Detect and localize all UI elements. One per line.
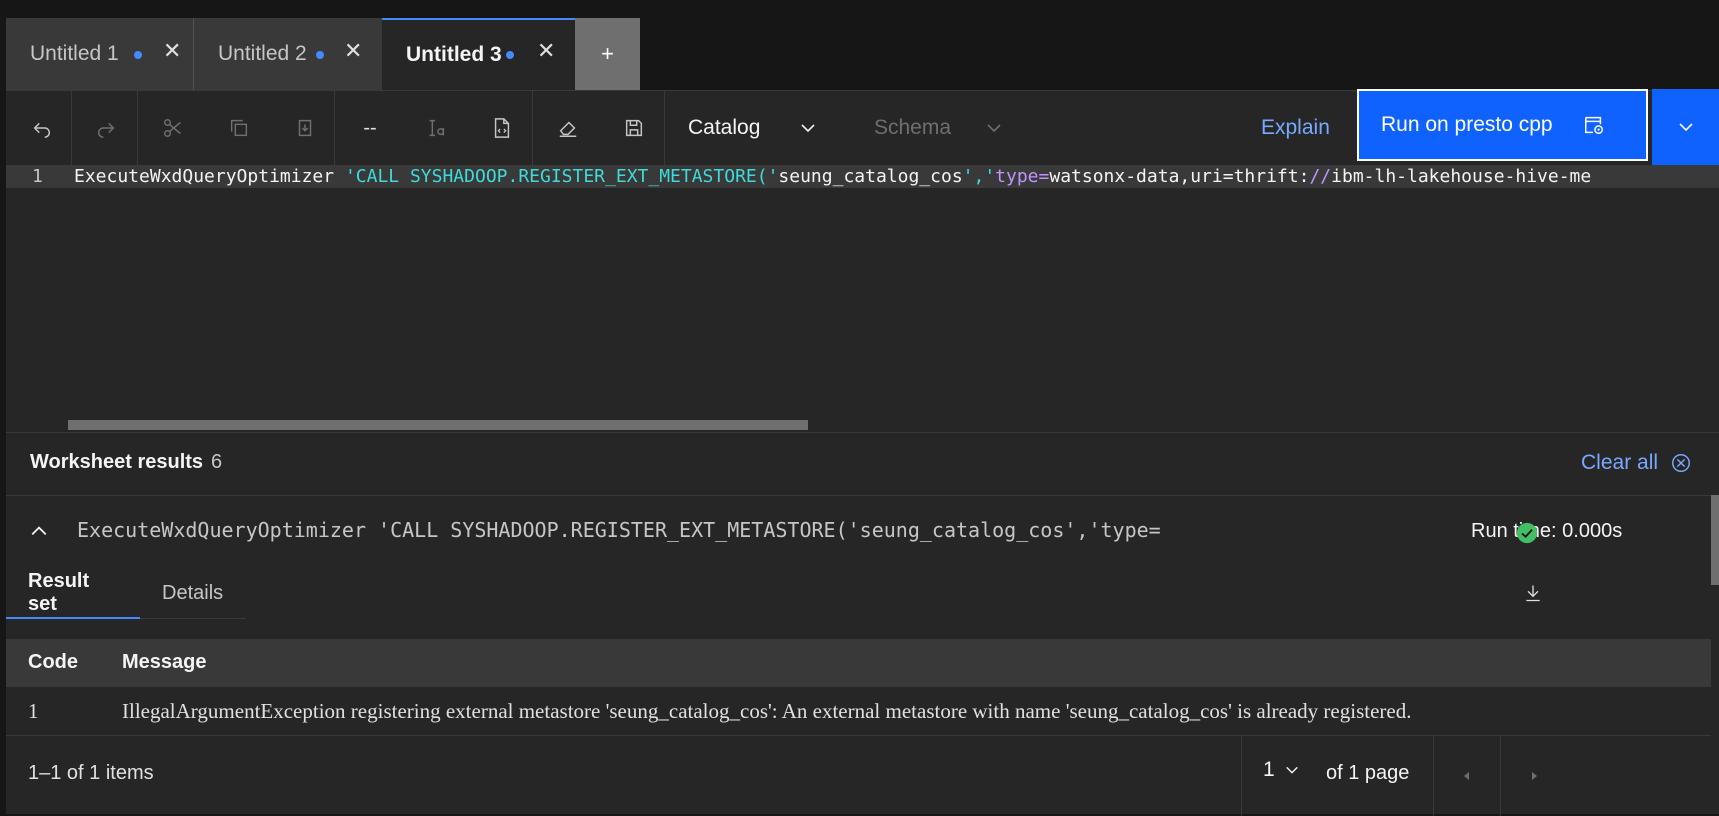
code-token: ibm-lh-lakehouse-hive-me <box>1331 166 1592 187</box>
schema-dropdown[interactable]: Schema <box>874 91 1019 165</box>
explain-button[interactable]: Explain <box>1261 91 1330 165</box>
copy-icon <box>230 119 248 137</box>
run-button[interactable]: Run on presto cpp <box>1357 89 1648 161</box>
cell-code: 1 <box>28 699 39 723</box>
download-icon[interactable] <box>1523 583 1543 603</box>
column-header-code: Code <box>28 651 78 673</box>
code-token: seung_catalog_cos <box>778 166 963 187</box>
chevron-down-icon <box>987 124 1001 133</box>
copy-button[interactable] <box>203 91 275 165</box>
format-button[interactable] <box>400 91 472 165</box>
tab-untitled-1[interactable]: Untitled 1 ✕ <box>6 18 193 90</box>
clear-all-label: Clear all <box>1581 451 1659 474</box>
tab-bar: Untitled 1 ✕ Untitled 2 ✕ Untitled 3 ✕ + <box>0 0 1719 90</box>
chevron-down-icon <box>801 124 815 133</box>
close-icon[interactable]: ✕ <box>537 38 555 64</box>
toolbar-divider <box>664 91 665 165</box>
run-options-button[interactable] <box>1652 89 1719 165</box>
unsaved-dot-icon <box>134 51 142 59</box>
results-count: 6 <box>211 451 223 473</box>
comment-button[interactable]: -- <box>334 91 406 165</box>
tab-untitled-3[interactable]: Untitled 3 ✕ <box>382 18 575 90</box>
next-page-button[interactable] <box>1501 736 1567 816</box>
horizontal-scrollbar[interactable] <box>68 420 808 430</box>
cut-button[interactable] <box>137 91 209 165</box>
close-icon[interactable]: ✕ <box>344 38 362 64</box>
clear-all-button[interactable]: Clear all <box>1581 451 1692 475</box>
catalog-label: Catalog <box>688 116 761 139</box>
code-token: type= <box>995 166 1050 187</box>
page-select[interactable]: 1 <box>1263 758 1299 782</box>
pagination-divider <box>1241 736 1242 816</box>
page-number: 1 <box>1263 758 1275 781</box>
run-label: Run on presto cpp <box>1381 113 1553 136</box>
query-text: ExecuteWxdQueryOptimizer 'CALL SYSHADOOP… <box>77 518 1161 542</box>
code-token: ExecuteWxdQueryOptimizer <box>74 166 345 187</box>
undo-button[interactable] <box>6 91 78 165</box>
page-total: of 1 page <box>1326 762 1410 784</box>
unsaved-dot-icon <box>316 51 324 59</box>
chevron-up-icon[interactable] <box>30 522 48 540</box>
paste-button[interactable] <box>269 91 341 165</box>
tab-details[interactable]: Details <box>140 569 246 619</box>
line-number: 1 <box>32 166 43 187</box>
run-time: Run time: 0.000s <box>1471 520 1623 542</box>
undo-icon <box>33 122 50 138</box>
worksheet-results-panel: Worksheet results 6 Clear all ExecuteWxdQ… <box>6 432 1719 816</box>
eraser-icon <box>559 121 577 137</box>
caret-left-icon <box>1464 772 1469 780</box>
redo-icon <box>98 122 115 138</box>
add-tab-button[interactable]: + <box>575 18 640 90</box>
save-icon <box>625 119 643 137</box>
code-file-icon <box>494 118 510 138</box>
previous-page-button[interactable] <box>1434 736 1500 816</box>
vertical-scrollbar[interactable] <box>1711 495 1719 585</box>
catalog-dropdown[interactable]: Catalog <box>688 91 833 165</box>
editor-toolbar: -- Catalog Schema Explain Run on presto … <box>6 89 1719 166</box>
column-header-message: Message <box>122 651 207 673</box>
schema-label: Schema <box>874 116 952 139</box>
results-heading: Worksheet results 6 <box>30 451 222 474</box>
results-title: Worksheet results <box>30 451 204 473</box>
table-row: 1 IllegalArgumentException registering e… <box>6 687 1711 736</box>
caret-right-icon <box>1532 772 1537 780</box>
query-result-row[interactable]: ExecuteWxdQueryOptimizer 'CALL SYSHADOOP… <box>6 495 1711 570</box>
unsaved-dot-icon <box>506 51 514 59</box>
chevron-down-icon <box>1678 123 1693 132</box>
sql-editor[interactable]: 1 ExecuteWxdQueryOptimizer 'CALL SYSHADO… <box>6 166 1719 432</box>
paste-icon <box>298 119 312 137</box>
text-format-icon <box>429 119 445 137</box>
table-header: Code Message <box>6 639 1711 687</box>
close-icon[interactable]: ✕ <box>163 38 181 64</box>
tab-label: Untitled 1 <box>30 42 119 65</box>
sql-file-button[interactable] <box>466 91 538 165</box>
cell-message: IllegalArgumentException registering ext… <box>122 699 1412 723</box>
code-line[interactable]: ExecuteWxdQueryOptimizer 'CALL SYSHADOOP… <box>74 166 1591 188</box>
chevron-down-icon <box>1285 766 1298 774</box>
tab-label: Untitled 2 <box>218 42 307 65</box>
save-button[interactable] <box>598 91 670 165</box>
code-token: 'CALL SYSHADOOP.REGISTER_EXT_METASTORE(' <box>344 166 779 187</box>
clear-button[interactable] <box>532 91 604 165</box>
code-token: // <box>1309 166 1332 187</box>
pagination: 1–1 of 1 items 1 of 1 page <box>6 735 1711 816</box>
close-circle-icon <box>1672 454 1691 472</box>
success-check-icon <box>1516 522 1538 544</box>
redo-button[interactable] <box>70 91 142 165</box>
scissors-icon <box>164 119 181 137</box>
tab-label: Untitled 3 <box>406 43 502 66</box>
run-options-icon <box>1585 116 1603 134</box>
items-count: 1–1 of 1 items <box>28 762 154 784</box>
tab-untitled-2[interactable]: Untitled 2 ✕ <box>194 18 382 90</box>
code-token: watsonx-data,uri=thrift: <box>1049 166 1310 187</box>
tab-result-set[interactable]: Result set <box>6 569 140 619</box>
code-token: ',' <box>962 166 996 187</box>
